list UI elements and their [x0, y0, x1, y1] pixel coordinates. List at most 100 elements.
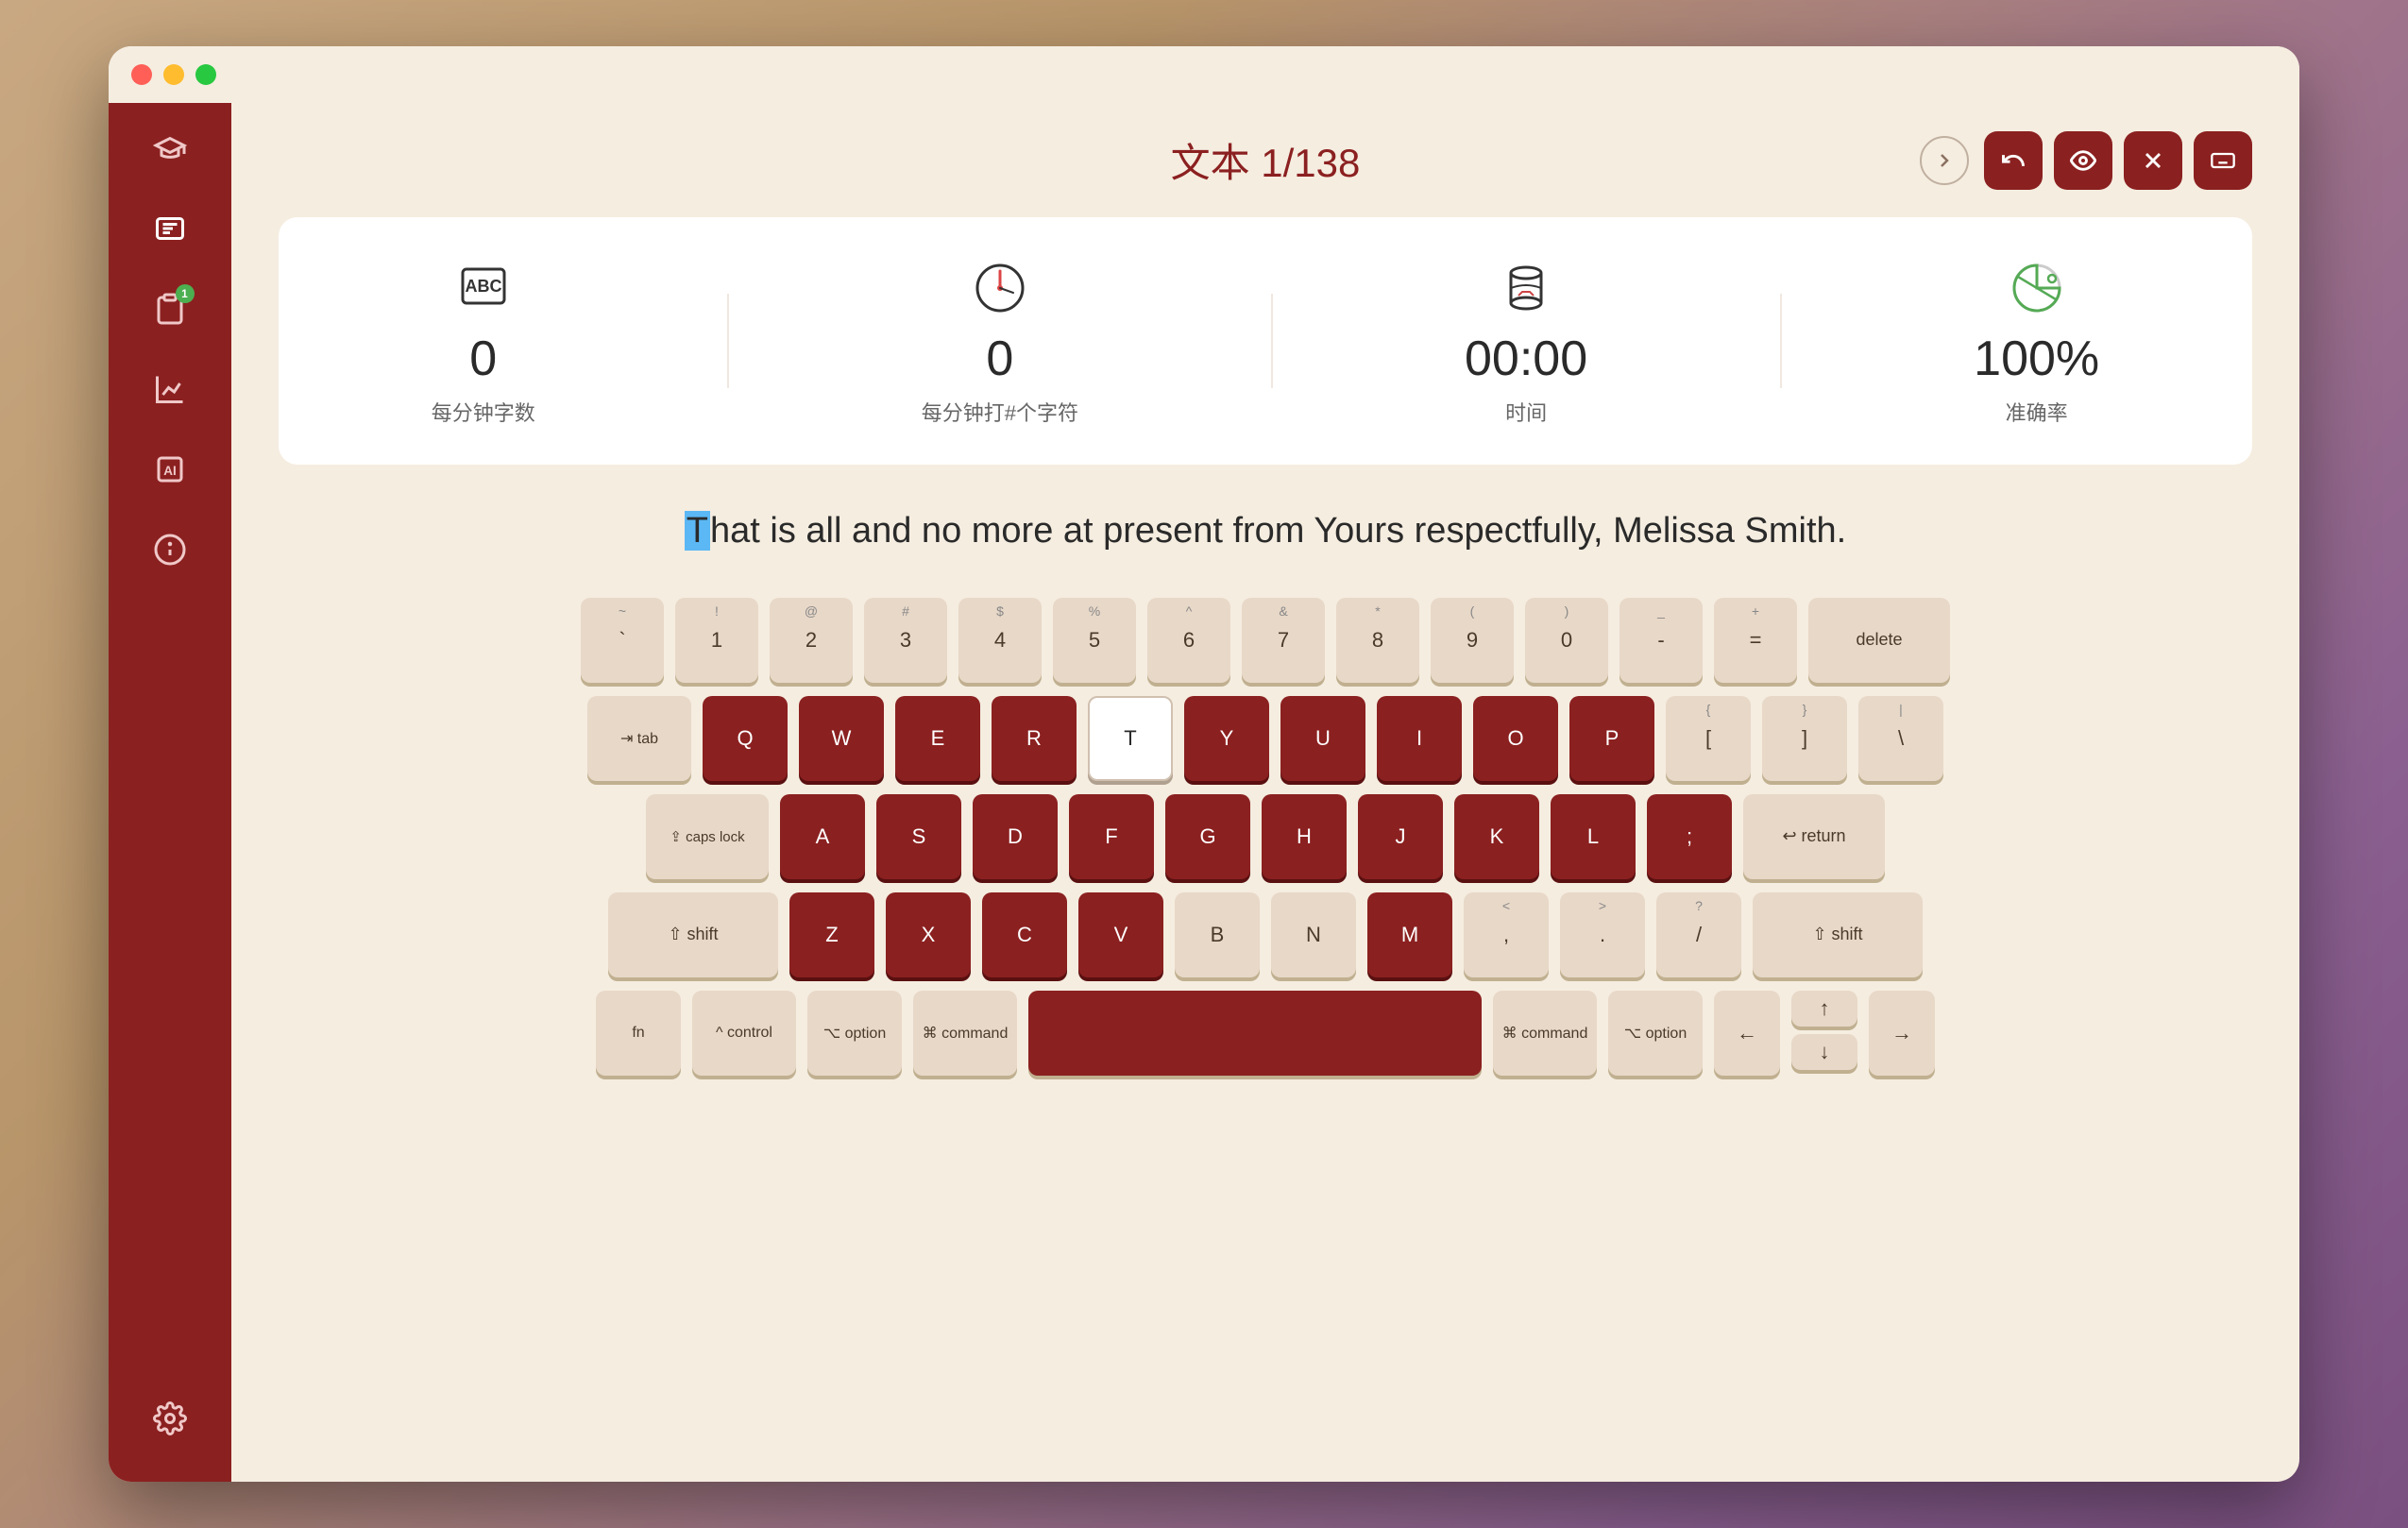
sidebar-item-info[interactable] [144, 523, 196, 575]
sidebar-item-chart[interactable] [144, 363, 196, 415]
sidebar-item-graduation[interactable] [144, 122, 196, 174]
key-w[interactable]: W [799, 696, 884, 781]
key-5[interactable]: %5 [1053, 598, 1136, 683]
sidebar-item-typing[interactable] [144, 202, 196, 254]
header-bar: 文本 1/138 [279, 131, 2252, 189]
content-area: 文本 1/138 [231, 103, 2299, 1482]
key-equal[interactable]: += [1714, 598, 1797, 683]
sidebar-item-clipboard[interactable]: 1 [144, 282, 196, 334]
key-minus[interactable]: _- [1619, 598, 1703, 683]
key-fn[interactable]: fn [596, 991, 681, 1076]
accuracy-value: 100% [1974, 331, 2099, 387]
key-n[interactable]: N [1271, 892, 1356, 977]
key-slash[interactable]: ?/ [1656, 892, 1741, 977]
key-return[interactable]: ↩ return [1743, 794, 1885, 879]
keyboard-button[interactable] [2194, 131, 2252, 190]
key-3[interactable]: #3 [864, 598, 947, 683]
key-arrow-right[interactable]: → [1869, 991, 1935, 1076]
key-q[interactable]: Q [703, 696, 788, 781]
key-option-left[interactable]: ⌥ option [807, 991, 902, 1076]
title-bar [109, 46, 2299, 103]
stat-time: 00:00 时间 [1465, 255, 1587, 427]
sidebar: 1 AI [109, 103, 231, 1482]
key-t[interactable]: T [1088, 696, 1173, 781]
main-content: 1 AI [109, 103, 2299, 1482]
key-shift-right[interactable]: ⇧ shift [1753, 892, 1923, 977]
key-c[interactable]: C [982, 892, 1067, 977]
key-d[interactable]: D [973, 794, 1058, 879]
key-o[interactable]: O [1473, 696, 1558, 781]
key-s[interactable]: S [876, 794, 961, 879]
key-b[interactable]: B [1175, 892, 1260, 977]
cursor-character: T [685, 511, 710, 551]
key-6[interactable]: ^6 [1147, 598, 1230, 683]
key-bracket-r[interactable]: }] [1762, 696, 1847, 781]
key-shift-left[interactable]: ⇧ shift [608, 892, 778, 977]
key-h[interactable]: H [1262, 794, 1347, 879]
remaining-text: hat is all and no more at present from Y… [710, 511, 1846, 551]
key-2[interactable]: @2 [770, 598, 853, 683]
clipboard-badge: 1 [176, 284, 195, 303]
minimize-button[interactable] [163, 64, 184, 85]
key-e[interactable]: E [895, 696, 980, 781]
svg-text:AI: AI [163, 464, 177, 478]
key-4[interactable]: $4 [958, 598, 1042, 683]
key-a[interactable]: A [780, 794, 865, 879]
key-8[interactable]: *8 [1336, 598, 1419, 683]
key-u[interactable]: U [1280, 696, 1365, 781]
close-content-button[interactable] [2124, 131, 2182, 190]
key-y[interactable]: Y [1184, 696, 1269, 781]
key-option-right[interactable]: ⌥ option [1608, 991, 1703, 1076]
key-i[interactable]: I [1377, 696, 1462, 781]
key-arrow-up[interactable]: ↑ [1791, 991, 1857, 1027]
key-g[interactable]: G [1165, 794, 1250, 879]
key-0[interactable]: )0 [1525, 598, 1608, 683]
maximize-button[interactable] [195, 64, 216, 85]
undo-button[interactable] [1984, 131, 2043, 190]
key-semicolon[interactable]: ; [1647, 794, 1732, 879]
key-x[interactable]: X [886, 892, 971, 977]
key-7[interactable]: &7 [1242, 598, 1325, 683]
stat-wpm: ABC 0 每分钟字数 [432, 255, 535, 427]
key-command-left[interactable]: ⌘ command [913, 991, 1017, 1076]
app-window: 1 AI [109, 46, 2299, 1482]
key-arrow-left[interactable]: ← [1714, 991, 1780, 1076]
key-z[interactable]: Z [789, 892, 874, 977]
key-caps-lock[interactable]: ⇪ caps lock [646, 794, 769, 879]
sidebar-item-ai[interactable]: AI [144, 443, 196, 495]
keyboard-row-numbers: ~` !1 @2 #3 $4 %5 ^6 &7 *8 (9 )0 _- += d… [288, 598, 2243, 683]
key-l[interactable]: L [1551, 794, 1636, 879]
keyboard-row-asdf: ⇪ caps lock A S D F G H J K L ; ↩ return [288, 794, 2243, 879]
key-comma[interactable]: <, [1464, 892, 1549, 977]
key-space[interactable] [1028, 991, 1482, 1076]
key-bracket-l[interactable]: {[ [1666, 696, 1751, 781]
key-j[interactable]: J [1358, 794, 1443, 879]
key-control[interactable]: ^ control [692, 991, 796, 1076]
svg-text:ABC: ABC [465, 277, 501, 296]
key-command-right[interactable]: ⌘ command [1493, 991, 1597, 1076]
sidebar-bottom [144, 1392, 196, 1444]
keyboard-row-qwerty: ⇥ tab Q W E R T Y U I O P {[ }] |\ [288, 696, 2243, 781]
key-tilde[interactable]: ~` [581, 598, 664, 683]
accuracy-icon [2004, 255, 2070, 321]
key-9[interactable]: (9 [1431, 598, 1514, 683]
key-period[interactable]: >. [1560, 892, 1645, 977]
key-v[interactable]: V [1078, 892, 1163, 977]
close-button[interactable] [131, 64, 152, 85]
eye-button[interactable] [2054, 131, 2112, 190]
next-button[interactable] [1920, 136, 1969, 185]
sidebar-item-settings[interactable] [144, 1392, 196, 1444]
key-f[interactable]: F [1069, 794, 1154, 879]
stat-cpm: 0 每分钟打#个字符 [922, 255, 1078, 427]
key-k[interactable]: K [1454, 794, 1539, 879]
key-tab[interactable]: ⇥ tab [587, 696, 691, 781]
key-1[interactable]: !1 [675, 598, 758, 683]
time-value: 00:00 [1465, 331, 1587, 387]
key-backslash[interactable]: |\ [1858, 696, 1943, 781]
key-r[interactable]: R [992, 696, 1077, 781]
key-delete[interactable]: delete [1808, 598, 1950, 683]
key-p[interactable]: P [1569, 696, 1654, 781]
accuracy-label: 准确率 [2006, 397, 2068, 427]
key-m[interactable]: M [1367, 892, 1452, 977]
key-arrow-down[interactable]: ↓ [1791, 1034, 1857, 1070]
